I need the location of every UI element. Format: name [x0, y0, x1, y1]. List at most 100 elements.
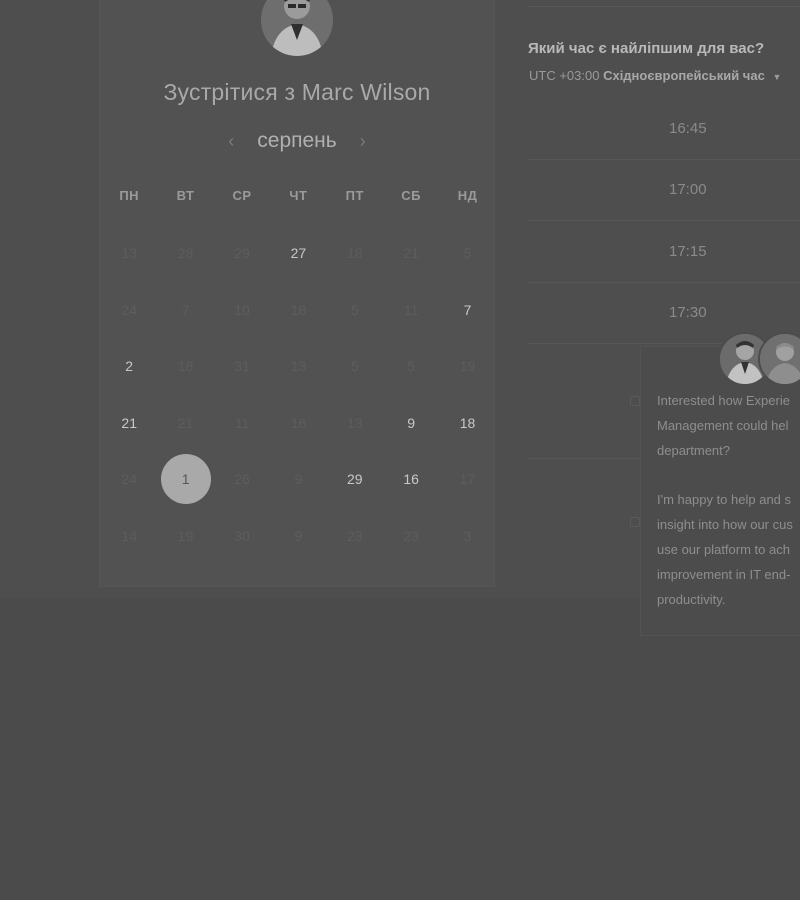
- day-number: 28: [177, 245, 194, 262]
- chat-spacer: [657, 463, 800, 487]
- unavailable-day: 23: [327, 508, 383, 565]
- unavailable-day: 31: [214, 338, 270, 395]
- unavailable-day: 24: [101, 282, 157, 339]
- unavailable-day: 9: [270, 451, 326, 508]
- timezone-offset: UTC +03:00: [529, 68, 600, 83]
- chat-line: use our platform to ach: [657, 542, 790, 557]
- available-day[interactable]: 18: [439, 395, 495, 452]
- available-day[interactable]: 7: [439, 282, 495, 339]
- unavailable-day: 9: [270, 508, 326, 565]
- calendar-grid: 13 28 29 27 18 21 5 24 7 10 18 5 11 7 2 18 31 13 5 5 19 21 21 1…: [101, 225, 493, 564]
- day-number: 30: [234, 527, 250, 544]
- chat-line: productivity.: [657, 592, 726, 607]
- day-number: 18: [459, 414, 476, 431]
- day-number: 17: [459, 471, 476, 488]
- time-slot-label: 16:45: [669, 119, 707, 137]
- day-number: 24: [121, 471, 137, 488]
- day-number: 23: [346, 527, 363, 544]
- day-number: 11: [403, 301, 419, 318]
- day-number: 5: [463, 245, 472, 262]
- day-number: 3: [463, 527, 472, 544]
- day-number: 29: [234, 245, 250, 262]
- unavailable-day: 17: [439, 451, 495, 508]
- available-day[interactable]: 27: [270, 225, 326, 282]
- time-slot-list: 16:45 17:00 17:15 17:30: [528, 98, 800, 344]
- day-number: 18: [177, 358, 194, 375]
- unavailable-day: 5: [327, 338, 383, 395]
- day-number: 10: [234, 301, 250, 318]
- day-number: 9: [407, 414, 416, 431]
- time-slot[interactable]: 17:15: [528, 221, 800, 283]
- chat-line: department?: [657, 443, 730, 458]
- weekday-label: СР: [232, 188, 252, 203]
- unavailable-day: 7: [157, 282, 213, 339]
- unavailable-day: 19: [157, 508, 213, 565]
- unavailable-day: 13: [327, 395, 383, 452]
- selected-day[interactable]: 1: [157, 451, 213, 508]
- unavailable-day: 5: [383, 338, 439, 395]
- day-number: 9: [294, 527, 303, 544]
- available-day[interactable]: 21: [101, 395, 157, 452]
- unavailable-day: 16: [270, 395, 326, 452]
- time-slot[interactable]: 17:00: [528, 160, 800, 221]
- available-day[interactable]: 2: [101, 338, 157, 395]
- weekday-label: ПН: [119, 188, 140, 203]
- unavailable-day: 3: [439, 508, 495, 565]
- unavailable-day: 18: [157, 338, 213, 395]
- day-number: 27: [290, 245, 307, 262]
- month-label: серпень: [257, 129, 337, 152]
- unavailable-day: 21: [157, 395, 213, 452]
- day-number: 21: [403, 245, 419, 262]
- day-number: 19: [177, 527, 194, 544]
- day-number: 26: [234, 471, 250, 488]
- chat-marker: [630, 517, 640, 527]
- chat-message: Interested how Experie Management could h…: [657, 388, 800, 612]
- weekday-label: НД: [457, 188, 478, 203]
- weekday-label: СБ: [401, 188, 422, 203]
- unavailable-day: 14: [101, 508, 157, 565]
- unavailable-day: 29: [214, 225, 270, 282]
- day-number: 13: [346, 414, 363, 431]
- day-number: 24: [121, 301, 137, 318]
- day-number: 9: [294, 471, 303, 488]
- unavailable-day: 24: [101, 451, 157, 508]
- day-number: 13: [121, 245, 137, 262]
- time-heading: Який час є найліпшим для вас?: [528, 40, 765, 57]
- unavailable-day: 13: [270, 338, 326, 395]
- available-day[interactable]: 9: [383, 395, 439, 452]
- day-number: 21: [177, 414, 194, 431]
- unavailable-day: 18: [327, 225, 383, 282]
- unavailable-day: 21: [383, 225, 439, 282]
- chat-line: improvement in IT end-: [657, 567, 791, 582]
- timezone-selector[interactable]: UTC +03:00 Східноєвропейський час ▼: [529, 68, 781, 83]
- day-number: 5: [407, 358, 416, 375]
- chevron-left-icon[interactable]: ‹: [217, 131, 245, 152]
- day-number: 18: [346, 245, 363, 262]
- time-slot-label: 17:15: [669, 242, 707, 260]
- weekday-label: ВТ: [176, 188, 195, 203]
- day-number: 18: [290, 301, 307, 318]
- day-number: 5: [350, 301, 359, 318]
- unavailable-day: 5: [439, 225, 495, 282]
- month-navigator: ‹ серпень ›: [99, 126, 495, 156]
- day-number: 13: [290, 358, 307, 375]
- unavailable-day: 28: [157, 225, 213, 282]
- day-number: 7: [463, 301, 472, 318]
- caret-down-icon: ▼: [772, 72, 782, 82]
- time-slot[interactable]: 16:45: [528, 98, 800, 160]
- chevron-right-icon[interactable]: ›: [349, 131, 377, 152]
- day-number: 2: [125, 358, 134, 375]
- available-day[interactable]: 16: [383, 451, 439, 508]
- chat-line: I'm happy to help and s: [657, 492, 792, 507]
- day-number: 21: [121, 414, 137, 431]
- day-number: 7: [181, 301, 190, 318]
- day-number: 23: [403, 527, 419, 544]
- day-number: 14: [121, 527, 137, 544]
- page-title: Зустрітися з Marc Wilson: [163, 79, 431, 105]
- weekday-header: ПН ВТ СР ЧТ ПТ СБ НД: [101, 188, 493, 208]
- unavailable-day: 11: [214, 395, 270, 452]
- day-number: 31: [234, 358, 250, 375]
- top-divider: [528, 6, 800, 7]
- available-day[interactable]: 29: [327, 451, 383, 508]
- chat-line: Interested how Experie: [657, 393, 790, 408]
